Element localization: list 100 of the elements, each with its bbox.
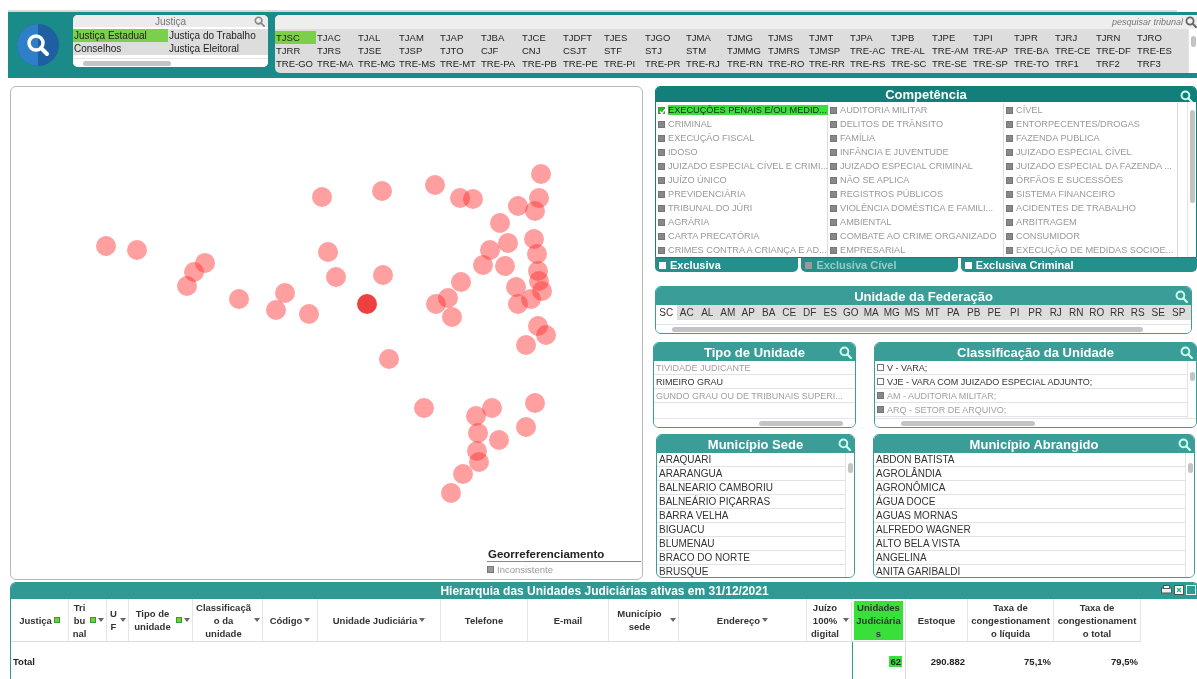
list-item[interactable]: TJES <box>603 31 644 44</box>
list-item[interactable]: ARARANGUA <box>657 467 845 481</box>
search-icon[interactable] <box>1180 90 1193 103</box>
list-item[interactable]: AGUAS MORNAS <box>874 509 1185 523</box>
search-icon[interactable] <box>1180 346 1193 359</box>
list-item[interactable]: TJMG <box>726 31 767 44</box>
column-header[interactable]: Tipo de unidade <box>129 599 193 642</box>
list-item[interactable]: TRE-ES <box>1136 44 1177 57</box>
caret-icon[interactable] <box>184 618 190 622</box>
list-item[interactable]: TJGO <box>644 31 685 44</box>
list-item[interactable]: TJRS <box>316 44 357 57</box>
list-item[interactable]: TJAL <box>357 31 398 44</box>
column-header[interactable]: Taxa de congestionamento total <box>1054 599 1141 642</box>
caret-icon[interactable] <box>98 618 104 622</box>
list-item[interactable]: TJRN <box>1095 31 1136 44</box>
list-item[interactable]: TJTO <box>439 44 480 57</box>
list-item[interactable]: TJPE <box>931 31 972 44</box>
list-item[interactable]: TRE-PE <box>562 57 603 70</box>
column-header[interactable]: Código <box>263 599 318 642</box>
search-icon[interactable] <box>838 438 851 451</box>
column-header[interactable]: Endereço <box>679 599 807 642</box>
list-item[interactable]: TRE-BA <box>1013 44 1054 57</box>
list-item[interactable]: TRE-CE <box>1054 44 1095 57</box>
list-item[interactable]: RIMEIRO GRAU <box>654 375 855 389</box>
list-item[interactable]: TJMRS <box>767 44 808 57</box>
list-item[interactable]: TJDFT <box>562 31 603 44</box>
list-item[interactable]: TJAC <box>316 31 357 44</box>
list-item[interactable]: TRE-MT <box>439 57 480 70</box>
list-item[interactable]: TRE-RR <box>808 57 849 70</box>
list-item[interactable]: ARAQUARI <box>657 453 845 467</box>
scrollbar[interactable] <box>1185 453 1194 577</box>
printer-icon[interactable] <box>1161 585 1172 595</box>
column-header[interactable]: Unidade Judiciária <box>318 599 441 642</box>
list-item[interactable]: TRE-PA <box>480 57 521 70</box>
search-field[interactable]: pesquisar tribunal <box>275 15 1197 29</box>
list-item[interactable]: TRE-AL <box>890 44 931 57</box>
list-item[interactable]: BRACO DO NORTE <box>657 551 845 565</box>
list-item[interactable]: V - VARA; <box>875 361 1187 375</box>
list-item[interactable]: AGROLÂNDIA <box>874 467 1185 481</box>
list-item[interactable]: STM <box>685 44 726 57</box>
toggle-tab[interactable]: Exclusiva <box>655 258 799 272</box>
column-header[interactable]: Justiça <box>11 599 69 642</box>
list-item[interactable]: CNJ <box>521 44 562 57</box>
list-item[interactable]: Justiça Eleitoral <box>168 42 263 55</box>
caret-icon[interactable] <box>762 618 769 622</box>
search-icon[interactable] <box>1178 438 1191 451</box>
caret-icon[interactable] <box>120 618 126 622</box>
list-item[interactable]: TJPA <box>849 31 890 44</box>
list-item[interactable]: TJSP <box>398 44 439 57</box>
list-item[interactable]: TJMA <box>685 31 726 44</box>
list-item[interactable]: SC <box>656 305 677 320</box>
list-item[interactable]: TRE-AP <box>972 44 1013 57</box>
scrollbar[interactable] <box>875 418 1196 427</box>
scrollbar[interactable] <box>1187 361 1196 418</box>
list-item[interactable]: TRE-RJ <box>685 57 726 70</box>
scrollbar[interactable] <box>845 453 854 577</box>
list-item[interactable]: BALNEARIO CAMBORIU <box>657 481 845 495</box>
list-item[interactable]: TJBA <box>480 31 521 44</box>
list-item[interactable]: TJPB <box>890 31 931 44</box>
column-header[interactable]: E-mail <box>528 599 609 642</box>
list-item[interactable]: TRE-MS <box>398 57 439 70</box>
toggle-tab[interactable]: Exclusiva Criminal <box>960 258 1197 272</box>
list-item[interactable]: STF <box>603 44 644 57</box>
scrollbar[interactable] <box>1188 29 1197 73</box>
column-header[interactable]: Classificação da unidade <box>193 599 263 642</box>
list-item[interactable]: TRE-SC <box>890 57 931 70</box>
list-item[interactable]: TRE-DF <box>1095 44 1136 57</box>
scrollbar[interactable] <box>73 58 268 67</box>
list-item[interactable]: Justiça do Trabalho <box>168 29 263 42</box>
column-header[interactable]: Juízo 100% digital <box>807 599 852 642</box>
list-item[interactable]: BALNEÁRIO PIÇARRAS <box>657 495 845 509</box>
list-item[interactable]: TRE-AM <box>931 44 972 57</box>
caret-icon[interactable] <box>670 618 676 622</box>
list-item[interactable]: TRE-RS <box>849 57 890 70</box>
scrollbar[interactable] <box>656 324 1191 333</box>
column-header[interactable]: Taxa de congestionamento líquida <box>968 599 1054 642</box>
search-icon[interactable] <box>839 346 852 359</box>
list-item[interactable]: STJ <box>644 44 685 57</box>
list-item[interactable]: TRF3 <box>1136 57 1177 70</box>
list-item[interactable]: TJRR <box>275 44 316 57</box>
list-item[interactable]: BARRA VELHA <box>657 509 845 523</box>
column-header[interactable]: Estoque <box>906 599 968 642</box>
caret-icon[interactable] <box>254 618 260 622</box>
list-item[interactable]: TJRJ <box>1054 31 1095 44</box>
list-item[interactable]: Conselhos <box>73 42 168 55</box>
list-item[interactable]: TRE-SE <box>931 57 972 70</box>
list-item[interactable]: TJSE <box>357 44 398 57</box>
list-item[interactable]: BLUMENAU <box>657 537 845 551</box>
list-item[interactable]: TRE-PB <box>521 57 562 70</box>
column-header[interactable]: Unidades Judiciárias <box>852 599 906 642</box>
list-item[interactable]: TRE-TO <box>1013 57 1054 70</box>
list-item[interactable]: AGRONÔMICA <box>874 481 1185 495</box>
list-item[interactable]: TRF2 <box>1095 57 1136 70</box>
list-item[interactable]: TJAP <box>439 31 480 44</box>
spreadsheet-icon[interactable] <box>1174 585 1184 595</box>
column-header[interactable]: Tribunal <box>69 599 107 642</box>
column-header[interactable]: Telefone <box>441 599 528 642</box>
list-item[interactable]: TRE-MG <box>357 57 398 70</box>
search-icon[interactable] <box>254 16 265 27</box>
caret-icon[interactable] <box>419 618 426 622</box>
